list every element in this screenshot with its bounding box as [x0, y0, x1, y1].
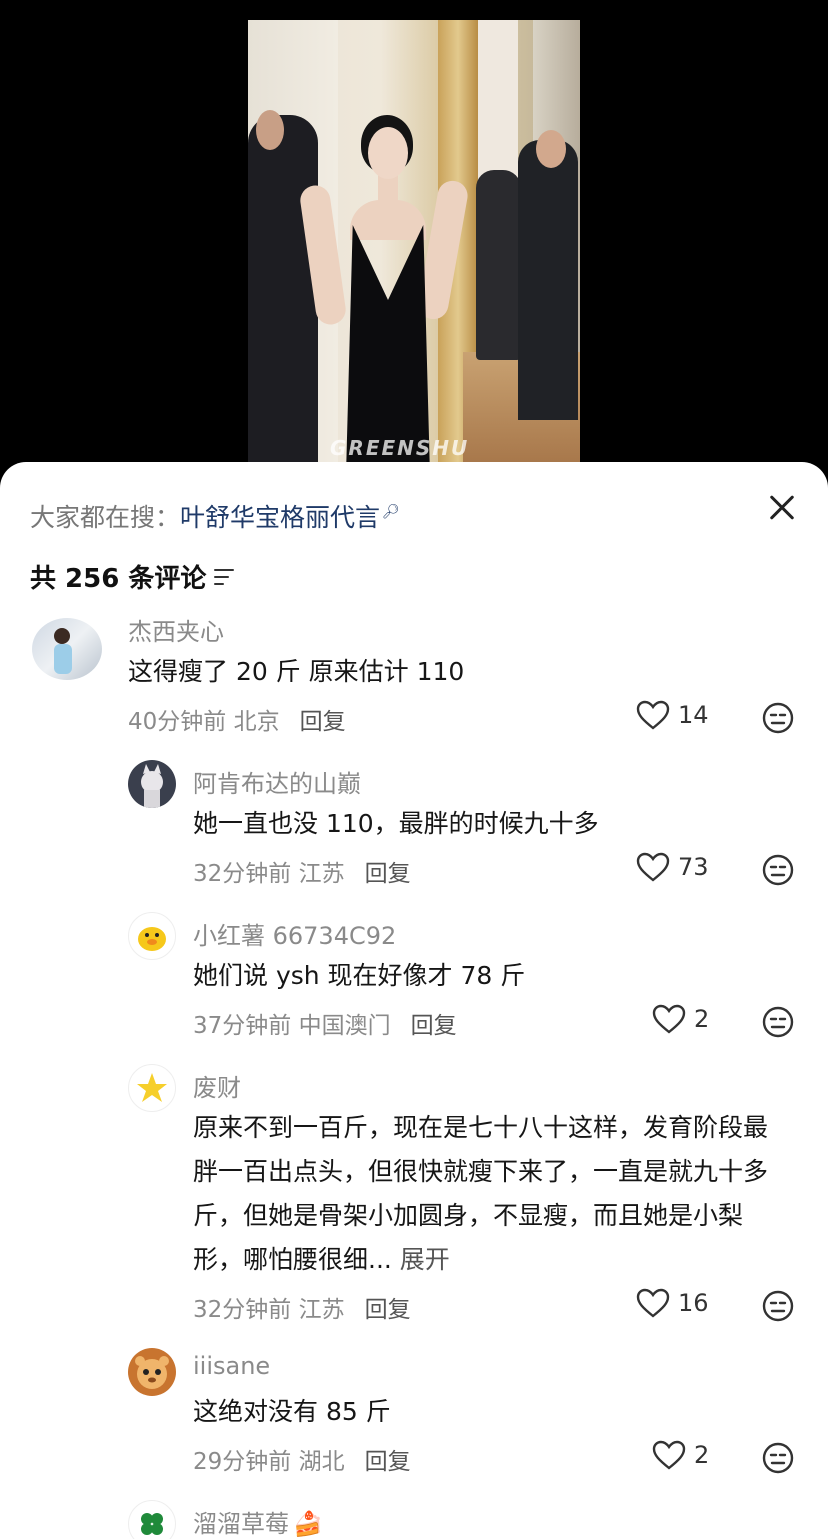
- comment-text: 这得瘦了 20 斤 原来估计 110: [128, 657, 465, 686]
- comment-time-location: 40分钟前 北京: [128, 709, 280, 735]
- reply-button[interactable]: 回复: [300, 709, 346, 735]
- like-button[interactable]: 2: [652, 1440, 709, 1470]
- reply-button[interactable]: 回复: [365, 1297, 411, 1323]
- reply-button[interactable]: 回复: [365, 1449, 411, 1475]
- comment-author[interactable]: 阿肯布达的山巅: [193, 764, 361, 799]
- reply-button[interactable]: 回复: [411, 1013, 457, 1039]
- dislike-face-icon[interactable]: [762, 702, 794, 734]
- search-icon: 🔎︎: [382, 504, 400, 520]
- search-suggestion[interactable]: 大家都在搜：叶舒华宝格丽代言 🔎︎: [30, 498, 400, 534]
- video-frame[interactable]: GREENSHU: [248, 20, 580, 462]
- like-count: 73: [678, 853, 709, 881]
- comment-sheet: 大家都在搜：叶舒华宝格丽代言 🔎︎ 共 256 条评论 杰西夹心 这得瘦了 20 …: [0, 462, 828, 1539]
- comment-text-body: 原来不到一百斤，现在是七十八十这样，发育阶段最胖一百出点头，但很快就瘦下来了，一…: [193, 1113, 769, 1274]
- expand-button[interactable]: 展开: [400, 1245, 450, 1274]
- comment-text: 这绝对没有 85 斤: [193, 1397, 391, 1426]
- comment-time-location: 32分钟前 江苏: [193, 861, 345, 887]
- dislike-face-icon[interactable]: [762, 1290, 794, 1322]
- comment-author[interactable]: iiisane: [193, 1352, 270, 1380]
- comment-author[interactable]: 废财: [193, 1068, 241, 1103]
- woman-in-black-dress: [298, 115, 470, 462]
- dislike-face-icon[interactable]: [762, 854, 794, 886]
- heart-icon: [636, 1288, 670, 1318]
- heart-icon: [636, 700, 670, 730]
- comment-text: 她们说 ysh 现在好像才 78 斤: [193, 961, 526, 990]
- comment-author[interactable]: 溜溜草莓 🍰: [193, 1504, 323, 1539]
- bodyguard-right: [518, 130, 578, 420]
- comment-time-location: 32分钟前 江苏: [193, 1297, 345, 1323]
- like-button[interactable]: 14: [636, 700, 709, 730]
- comment-meta: 29分钟前 湖北 回复: [193, 1442, 411, 1476]
- cake-icon: 🍰: [293, 1510, 323, 1538]
- search-suggestion-prefix: 大家都在搜：: [30, 503, 181, 532]
- comment-author[interactable]: 小红薯 66734C92: [193, 916, 396, 951]
- close-icon[interactable]: [764, 490, 800, 526]
- like-button[interactable]: 73: [636, 852, 709, 882]
- like-count: 2: [694, 1005, 710, 1033]
- avatar[interactable]: [128, 1064, 176, 1112]
- comment-meta: 32分钟前 江苏 回复: [193, 854, 411, 888]
- like-count: 2: [694, 1441, 710, 1469]
- comment-author-name: 溜溜草莓: [193, 1510, 289, 1538]
- comment-count: 共 256 条评论: [30, 558, 236, 595]
- avatar[interactable]: [128, 760, 176, 808]
- video-watermark: GREENSHU: [330, 436, 470, 460]
- person-background: [476, 170, 521, 360]
- comment-text: 原来不到一百斤，现在是七十八十这样，发育阶段最胖一百出点头，但很快就瘦下来了，一…: [193, 1106, 783, 1282]
- sort-icon[interactable]: [214, 569, 236, 585]
- heart-icon: [652, 1440, 686, 1470]
- heart-icon: [636, 852, 670, 882]
- like-button[interactable]: 2: [652, 1004, 709, 1034]
- dislike-face-icon[interactable]: [762, 1442, 794, 1474]
- avatar[interactable]: [128, 1348, 176, 1396]
- avatar[interactable]: [128, 912, 176, 960]
- comment-meta: 32分钟前 江苏 回复: [193, 1290, 411, 1324]
- reply-button[interactable]: 回复: [365, 861, 411, 887]
- comment-time-location: 37分钟前 中国澳门: [193, 1013, 391, 1039]
- avatar[interactable]: [128, 1500, 176, 1539]
- comment-text: 她一直也没 110，最胖的时候九十多: [193, 809, 599, 838]
- dislike-face-icon[interactable]: [762, 1006, 794, 1038]
- comment-author[interactable]: 杰西夹心: [128, 612, 224, 647]
- comment-count-label: 共 256 条评论: [30, 564, 207, 594]
- comment-meta: 37分钟前 中国澳门 回复: [193, 1006, 457, 1040]
- heart-icon: [652, 1004, 686, 1034]
- comment-meta: 40分钟前 北京 回复: [128, 702, 346, 736]
- comment-time-location: 29分钟前 湖北: [193, 1449, 345, 1475]
- avatar[interactable]: [32, 618, 102, 680]
- like-count: 16: [678, 1289, 709, 1317]
- search-suggestion-term[interactable]: 叶舒华宝格丽代言: [180, 503, 380, 532]
- video-player[interactable]: GREENSHU: [0, 0, 828, 470]
- like-count: 14: [678, 701, 709, 729]
- like-button[interactable]: 16: [636, 1288, 709, 1318]
